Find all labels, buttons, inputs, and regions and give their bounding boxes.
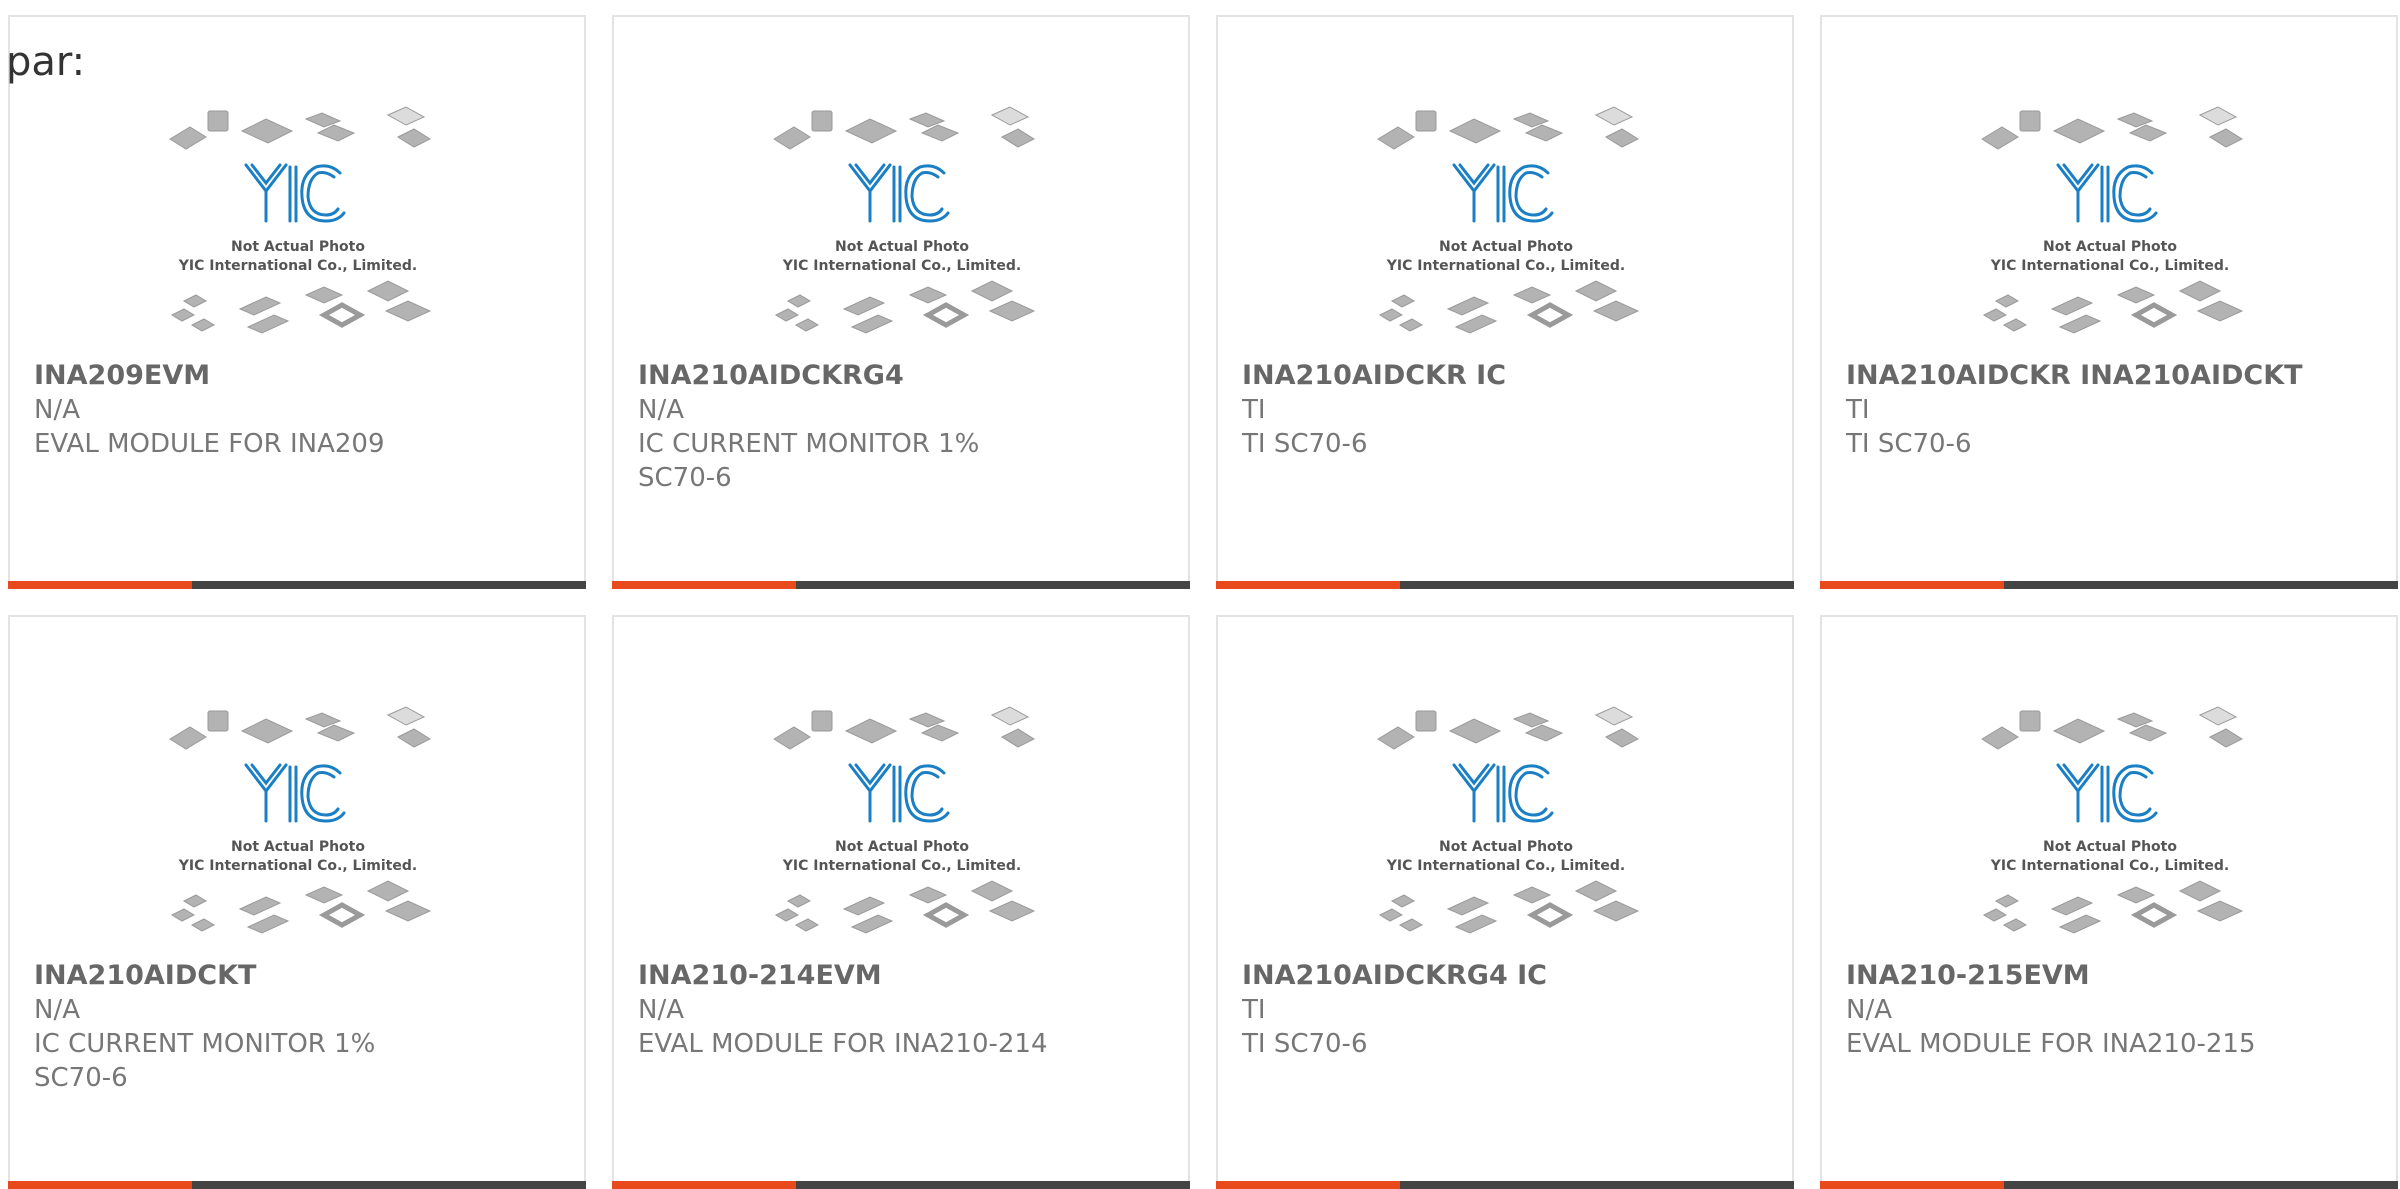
placeholder-caption-line2: YIC International Co., Limited. (178, 258, 417, 274)
product-placeholder-image[interactable]: Not Actual Photo YIC International Co., … (1974, 105, 2244, 345)
card-bottom-bar (612, 581, 1190, 589)
product-brand: N/A (34, 395, 80, 425)
placeholder-caption-line2: YIC International Co., Limited. (1990, 258, 2229, 274)
product-card[interactable]: Not Actual Photo YIC International Co., … (1820, 615, 2398, 1189)
product-description: EVAL MODULE FOR INA210-215 (1846, 1029, 2256, 1059)
product-placeholder-image[interactable]: Not Actual Photo YIC International Co., … (162, 705, 432, 945)
card-bottom-bar (8, 581, 586, 589)
card-bar-accent (1216, 1181, 1400, 1189)
placeholder-caption-line1: Not Actual Photo (835, 839, 969, 855)
placeholder-caption-line2: YIC International Co., Limited. (178, 858, 417, 874)
card-bottom-bar (8, 1181, 586, 1189)
product-part-number[interactable]: INA210AIDCKR INA210AIDCKT (1846, 359, 2386, 393)
product-placeholder-image[interactable]: Not Actual Photo YIC International Co., … (1370, 105, 1640, 345)
product-part-number[interactable]: INA210AIDCKRG4 (638, 359, 1178, 393)
product-brand: TI (1242, 995, 1266, 1025)
product-grid: Not Actual Photo YIC International Co., … (8, 15, 2400, 1189)
product-placeholder-image[interactable]: Not Actual Photo YIC International Co., … (766, 705, 1036, 945)
product-description: IC CURRENT MONITOR 1% SC70-6 (34, 1029, 376, 1093)
product-description: EVAL MODULE FOR INA209 (34, 429, 385, 459)
product-placeholder-image[interactable]: Not Actual Photo YIC International Co., … (1370, 705, 1640, 945)
placeholder-caption-line2: YIC International Co., Limited. (782, 258, 1021, 274)
card-bottom-bar (1820, 1181, 2398, 1189)
placeholder-caption-line1: Not Actual Photo (2043, 839, 2177, 855)
placeholder-caption-line1: Not Actual Photo (231, 239, 365, 255)
product-brand: TI (1242, 395, 1266, 425)
card-bottom-bar (1820, 581, 2398, 589)
product-part-number[interactable]: INA209EVM (34, 359, 574, 393)
card-bar-accent (1820, 1181, 2004, 1189)
card-bar-accent (1216, 581, 1400, 589)
product-brand: N/A (638, 995, 684, 1025)
placeholder-caption-line2: YIC International Co., Limited. (1990, 858, 2229, 874)
product-part-number[interactable]: INA210-215EVM (1846, 959, 2386, 993)
card-bar-accent (1820, 581, 2004, 589)
product-description: TI SC70-6 (1242, 1029, 1368, 1059)
card-bottom-bar (612, 1181, 1190, 1189)
placeholder-caption-line2: YIC International Co., Limited. (1386, 258, 1625, 274)
card-bottom-bar (1216, 1181, 1794, 1189)
product-part-number[interactable]: INA210-214EVM (638, 959, 1178, 993)
placeholder-caption-line1: Not Actual Photo (1439, 839, 1573, 855)
product-placeholder-image[interactable]: Not Actual Photo YIC International Co., … (1974, 705, 2244, 945)
placeholder-caption-line1: Not Actual Photo (1439, 239, 1573, 255)
product-card[interactable]: Not Actual Photo YIC International Co., … (612, 15, 1190, 589)
product-brand: N/A (1846, 995, 1892, 1025)
product-description: EVAL MODULE FOR INA210-214 (638, 1029, 1048, 1059)
product-brand: N/A (638, 395, 684, 425)
product-part-number[interactable]: INA210AIDCKT (34, 959, 574, 993)
product-card[interactable]: Not Actual Photo YIC International Co., … (1820, 15, 2398, 589)
prefix-text: par: (6, 39, 86, 85)
product-card[interactable]: Not Actual Photo YIC International Co., … (1216, 15, 1794, 589)
card-bar-accent (612, 581, 796, 589)
product-placeholder-image[interactable]: Not Actual Photo YIC International Co., … (162, 105, 432, 345)
product-placeholder-image[interactable]: Not Actual Photo YIC International Co., … (766, 105, 1036, 345)
product-card[interactable]: Not Actual Photo YIC International Co., … (8, 615, 586, 1189)
placeholder-caption-line1: Not Actual Photo (231, 839, 365, 855)
product-card[interactable]: Not Actual Photo YIC International Co., … (1216, 615, 1794, 1189)
product-brand: TI (1846, 395, 1870, 425)
card-bar-accent (8, 581, 192, 589)
placeholder-caption-line2: YIC International Co., Limited. (1386, 858, 1625, 874)
card-bar-accent (612, 1181, 796, 1189)
product-brand: N/A (34, 995, 80, 1025)
product-description: TI SC70-6 (1846, 429, 1972, 459)
product-card[interactable]: Not Actual Photo YIC International Co., … (8, 15, 586, 589)
placeholder-caption-line2: YIC International Co., Limited. (782, 858, 1021, 874)
product-description: TI SC70-6 (1242, 429, 1368, 459)
card-bar-accent (8, 1181, 192, 1189)
product-part-number[interactable]: INA210AIDCKR IC (1242, 359, 1782, 393)
product-card[interactable]: Not Actual Photo YIC International Co., … (612, 615, 1190, 1189)
placeholder-caption-line1: Not Actual Photo (835, 239, 969, 255)
product-description: IC CURRENT MONITOR 1% SC70-6 (638, 429, 980, 493)
placeholder-caption-line1: Not Actual Photo (2043, 239, 2177, 255)
card-bottom-bar (1216, 581, 1794, 589)
product-part-number[interactable]: INA210AIDCKRG4 IC (1242, 959, 1782, 993)
